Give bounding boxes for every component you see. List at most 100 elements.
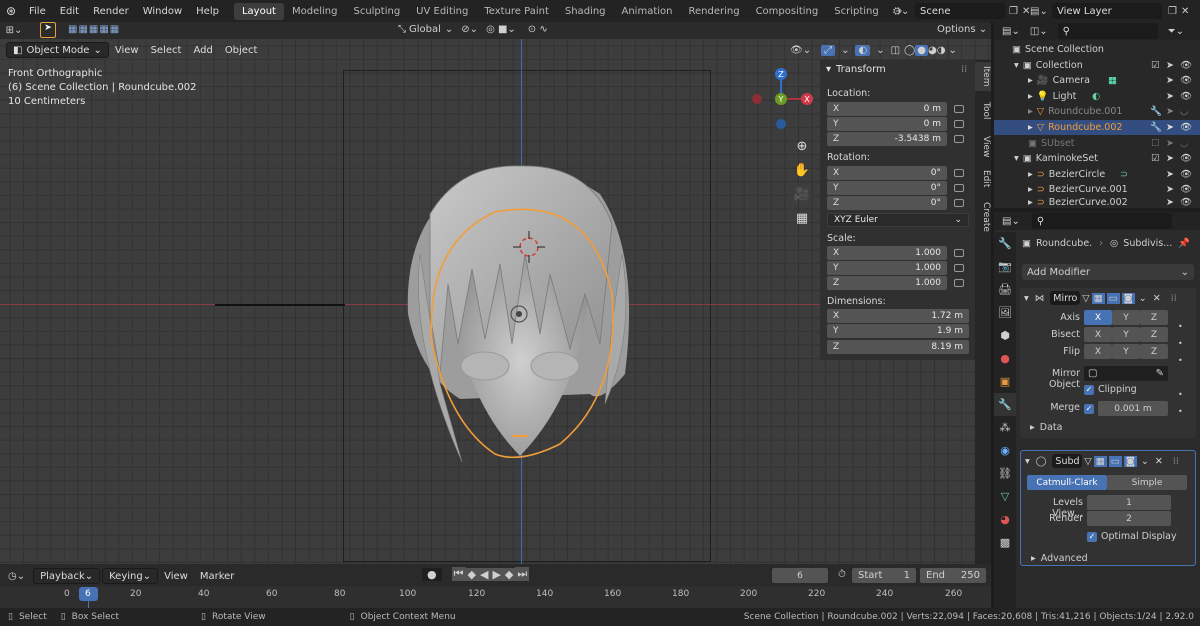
view-layer-field[interactable]: View Layer bbox=[1052, 3, 1162, 19]
world-tab-icon[interactable]: ● bbox=[994, 347, 1016, 370]
lock-icon[interactable] bbox=[954, 169, 964, 177]
show-editmode-icon[interactable]: ▦ bbox=[1093, 455, 1107, 467]
rotation-mode-dropdown[interactable]: XYZ Euler ⌄ bbox=[827, 213, 969, 227]
view-layer-icon[interactable]: ▤⌄ bbox=[1030, 6, 1052, 17]
tab-create[interactable]: Create bbox=[975, 198, 991, 236]
show-viewport-icon[interactable]: ▭ bbox=[1108, 455, 1122, 467]
select-arrow-icon[interactable]: ➤ bbox=[1166, 138, 1174, 149]
mirror-name-field[interactable]: Mirro bbox=[1050, 291, 1081, 305]
close-icon[interactable]: ✕ bbox=[1155, 456, 1163, 467]
outliner-row-collection[interactable]: ▾ ▣ Collection ☑ ➤ 👁 bbox=[994, 58, 1200, 73]
menu-help[interactable]: Help bbox=[189, 6, 226, 17]
chevron-down-icon[interactable]: ⌄ bbox=[948, 45, 956, 56]
rotation-y-field[interactable]: Y 0° bbox=[827, 181, 947, 195]
clock-icon[interactable]: ⏱ bbox=[838, 569, 846, 580]
tab-shading[interactable]: Shading bbox=[557, 3, 614, 20]
eye-icon[interactable]: 👁 bbox=[1180, 197, 1192, 208]
menu-render[interactable]: Render bbox=[86, 6, 136, 17]
lock-icon[interactable] bbox=[954, 120, 964, 128]
outliner-row-roundcube-002[interactable]: ▸ ▽ Roundcube.002 🔧 ➤ 👁 bbox=[994, 120, 1200, 135]
scale-z-field[interactable]: Z 1.000 bbox=[827, 276, 947, 290]
play-reverse-icon[interactable]: ◀ bbox=[477, 567, 491, 581]
subsurf-name-field[interactable]: Subd bbox=[1052, 454, 1083, 468]
head-model[interactable] bbox=[400, 144, 640, 464]
checkbox-icon[interactable]: ✓ bbox=[1084, 403, 1094, 414]
lock-icon[interactable] bbox=[954, 249, 964, 257]
lock-icon[interactable] bbox=[954, 264, 964, 272]
tab-animation[interactable]: Animation bbox=[614, 3, 681, 20]
timeline-view-menu[interactable]: View bbox=[158, 568, 194, 584]
current-frame-field[interactable]: 6 bbox=[772, 568, 828, 583]
record-icon[interactable]: ● bbox=[422, 567, 442, 581]
start-frame-field[interactable]: Start 1 bbox=[852, 568, 916, 583]
marker-menu[interactable]: Marker bbox=[194, 568, 241, 584]
eye-closed-icon[interactable]: ◡ bbox=[1180, 106, 1188, 117]
eye-icon[interactable]: 👁 bbox=[1180, 60, 1192, 71]
copy-icon[interactable]: ❐ bbox=[1009, 6, 1018, 17]
lock-icon[interactable] bbox=[954, 199, 964, 207]
visibility-icon[interactable]: 👁⌄ bbox=[790, 45, 811, 56]
display-mode-icon[interactable]: ◫⌄ bbox=[1030, 26, 1048, 37]
end-frame-field[interactable]: End 250 bbox=[920, 568, 986, 583]
show-render-icon[interactable]: ◙ bbox=[1123, 455, 1137, 467]
eyedropper-icon[interactable]: ✎ bbox=[1156, 368, 1164, 379]
constraints-tab-icon[interactable]: ⛓ bbox=[994, 462, 1016, 485]
advanced-subpanel[interactable]: ▸ Advanced bbox=[1031, 553, 1088, 564]
catmull-clark-button[interactable]: Catmull-Clark bbox=[1027, 475, 1107, 490]
select-arrow-icon[interactable]: ➤ bbox=[1166, 197, 1174, 208]
modifier-tab-icon[interactable]: 🔧 bbox=[994, 393, 1016, 416]
options-dropdown[interactable]: Options ⌄ bbox=[937, 24, 987, 35]
outliner-row-camera[interactable]: ▸ 🎥 Camera ▦ ➤ 👁 bbox=[994, 73, 1200, 88]
render-levels-field[interactable]: 2 bbox=[1087, 511, 1171, 526]
tab-rendering[interactable]: Rendering bbox=[680, 3, 747, 20]
pan-hand-icon[interactable]: ✋ bbox=[792, 159, 812, 183]
next-keyframe-icon[interactable]: ◆ bbox=[502, 567, 516, 581]
close-icon[interactable]: ✕ bbox=[1181, 6, 1189, 17]
particles-tab-icon[interactable]: ⁂ bbox=[994, 416, 1016, 439]
show-viewport-icon[interactable]: ▭ bbox=[1106, 292, 1120, 304]
prev-keyframe-icon[interactable]: ◆ bbox=[465, 567, 478, 581]
editmode-toggle-icon[interactable]: ▽ bbox=[1082, 293, 1089, 304]
rotation-x-field[interactable]: X 0° bbox=[827, 166, 947, 180]
simple-button[interactable]: Simple bbox=[1107, 475, 1187, 490]
outliner-row-kaminokeset[interactable]: ▾ ▣ KaminokeSet ☑ ➤ 👁 bbox=[994, 151, 1200, 166]
tab-scripting[interactable]: Scripting bbox=[826, 3, 886, 20]
outliner-row-subset[interactable]: ▣ SUbset ☐ ➤ ◡ bbox=[994, 136, 1200, 151]
bisect-y-toggle[interactable]: Y bbox=[1112, 327, 1140, 342]
menu-file[interactable]: File bbox=[22, 6, 53, 17]
mirror-object-field[interactable]: ▢ ✎ bbox=[1084, 366, 1168, 381]
location-y-field[interactable]: Y 0 m bbox=[827, 117, 947, 131]
transform-header[interactable]: ▾ Transform bbox=[826, 64, 886, 75]
solid-shading-icon[interactable]: ● bbox=[915, 44, 928, 56]
copy-icon[interactable]: ❐ bbox=[1168, 6, 1177, 17]
outliner-search-input[interactable]: ⚲ bbox=[1057, 23, 1158, 39]
keying-menu[interactable]: Keying ⌄ bbox=[102, 568, 159, 584]
checkbox-icon[interactable]: ☐ bbox=[1151, 138, 1160, 149]
rendered-shading-icon[interactable]: ◑ bbox=[937, 45, 946, 56]
object-mode-dropdown[interactable]: ◧ Object Mode ⌄ bbox=[6, 42, 109, 58]
chevron-down-icon[interactable]: ⌄ bbox=[876, 45, 884, 56]
menu-window[interactable]: Window bbox=[136, 6, 189, 17]
blender-logo-icon[interactable]: ⊛ bbox=[0, 4, 22, 18]
axis-z-toggle[interactable]: Z bbox=[1140, 310, 1168, 325]
outliner-row-scene-collection[interactable]: ▣ Scene Collection bbox=[994, 42, 1200, 57]
outliner-row-beziercircle[interactable]: ▸ ⊃ BezierCircle ⊃ ➤ 👁 bbox=[994, 167, 1200, 182]
select-mode-icons[interactable]: ▦▦▦▦▦ bbox=[68, 24, 120, 35]
axis-y-toggle[interactable]: Y bbox=[1112, 310, 1140, 325]
select-arrow-icon[interactable]: ➤ bbox=[1166, 60, 1174, 71]
material-tab-icon[interactable]: ◕ bbox=[994, 508, 1016, 531]
tab-tool[interactable]: Tool bbox=[975, 98, 991, 123]
tab-uv-editing[interactable]: UV Editing bbox=[408, 3, 476, 20]
properties-search-input[interactable]: ⚲ bbox=[1031, 213, 1172, 229]
render-tab-icon[interactable]: 📷 bbox=[994, 255, 1016, 278]
editmode-toggle-icon[interactable]: ▽ bbox=[1084, 456, 1091, 467]
drag-handle-icon[interactable]: ⁞⁞ bbox=[1173, 456, 1179, 467]
select-arrow-icon[interactable]: ➤ bbox=[1166, 106, 1174, 117]
editor-type-icon[interactable]: ⊞⌄ bbox=[0, 25, 28, 36]
snap-icon[interactable]: ◎ ■⌄ bbox=[486, 24, 516, 35]
chevron-down-icon[interactable]: ⌄ bbox=[1139, 293, 1147, 304]
physics-tab-icon[interactable]: ◉ bbox=[994, 439, 1016, 462]
outliner-row-beziercurve-002[interactable]: ▸ ⊃ BezierCurve.002 ➤ 👁 bbox=[994, 197, 1200, 208]
scale-y-field[interactable]: Y 1.000 bbox=[827, 261, 947, 275]
orientation-dropdown[interactable]: Global bbox=[409, 24, 441, 35]
